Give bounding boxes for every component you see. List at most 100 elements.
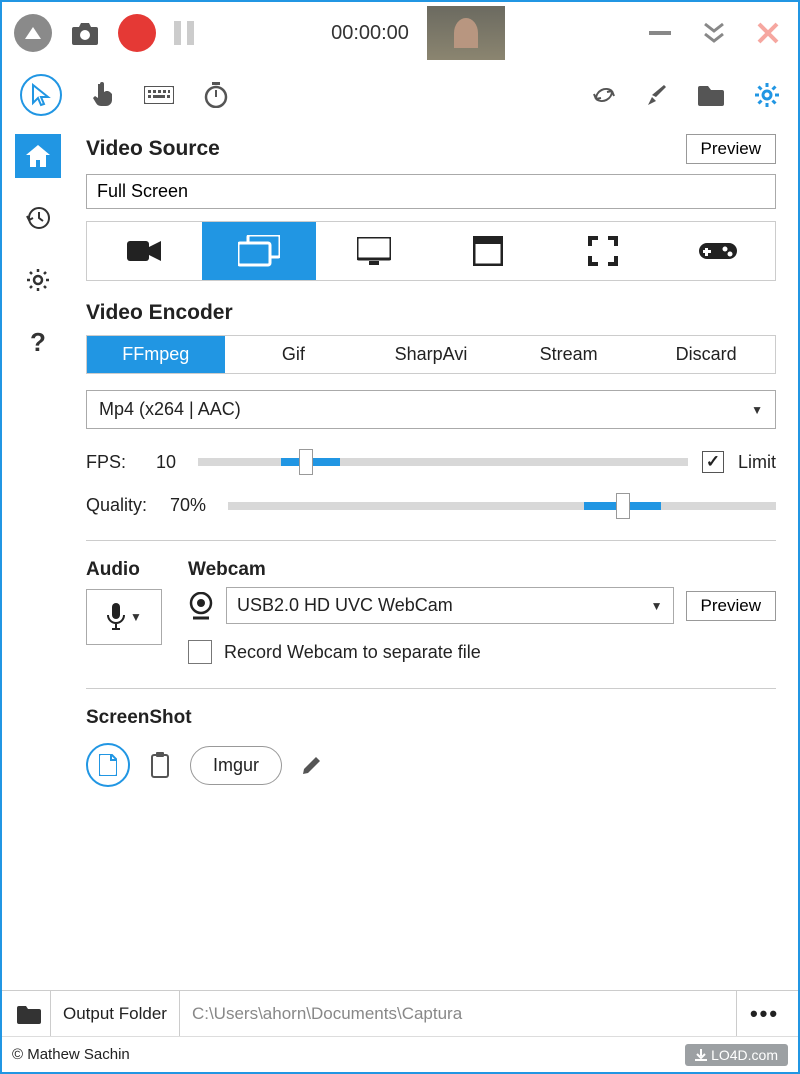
webcam-thumbnail[interactable] <box>427 6 505 60</box>
gear-icon <box>754 82 780 108</box>
source-window[interactable] <box>431 222 546 280</box>
sidebar-home[interactable] <box>15 134 61 178</box>
hand-pointer-icon <box>92 82 114 108</box>
collapse-button[interactable] <box>14 14 52 52</box>
gamepad-icon <box>699 240 737 262</box>
webcam-separate-label: Record Webcam to separate file <box>224 642 481 663</box>
pause-button[interactable] <box>174 21 194 45</box>
folder-button[interactable] <box>698 84 724 106</box>
sidebar-help[interactable]: ? <box>15 320 61 364</box>
divider <box>86 540 776 541</box>
bottom-bar: Output Folder C:\Users\ahorn\Documents\C… <box>2 990 798 1036</box>
video-source-input[interactable] <box>86 174 776 209</box>
sidebar: ? <box>2 126 74 990</box>
click-tool[interactable] <box>92 82 114 108</box>
quality-slider[interactable] <box>228 502 776 510</box>
output-folder-more-button[interactable]: ••• <box>736 991 792 1036</box>
refresh-button[interactable] <box>592 83 616 107</box>
clipboard-icon <box>150 752 170 778</box>
output-folder-open-button[interactable] <box>8 1004 50 1024</box>
minimize-icon <box>649 31 671 35</box>
history-icon <box>26 206 50 230</box>
tab-discard[interactable]: Discard <box>637 336 775 373</box>
copyright: © Mathew Sachin <box>12 1046 130 1063</box>
toolbar <box>2 64 798 126</box>
webcam-preview-button[interactable]: Preview <box>686 591 776 621</box>
tab-stream[interactable]: Stream <box>500 336 638 373</box>
divider <box>86 688 776 689</box>
fps-value: 10 <box>156 452 184 473</box>
keystroke-tool[interactable] <box>144 86 174 104</box>
tab-gif[interactable]: Gif <box>225 336 363 373</box>
caret-down-icon: ▼ <box>751 403 763 417</box>
source-desktop[interactable] <box>316 222 431 280</box>
pause-icon <box>174 21 194 45</box>
encoder-tabs: FFmpeg Gif SharpAvi Stream Discard <box>86 335 776 374</box>
brush-button[interactable] <box>646 83 668 107</box>
question-icon: ? <box>30 327 46 358</box>
preview-button[interactable]: Preview <box>686 134 776 164</box>
source-region[interactable] <box>546 222 661 280</box>
content-panel: Video Source Preview Video <box>74 126 798 990</box>
quality-label: Quality: <box>86 495 156 516</box>
sidebar-settings[interactable] <box>15 258 61 302</box>
close-icon <box>757 22 779 44</box>
video-source-title: Video Source <box>86 137 220 161</box>
folder-icon <box>698 84 724 106</box>
screenshot-file-button[interactable] <box>86 743 130 787</box>
source-game[interactable] <box>660 222 775 280</box>
fps-limit-checkbox[interactable] <box>702 451 724 473</box>
folder-icon <box>17 1004 41 1024</box>
screenshot-imgur-button[interactable]: Imgur <box>190 746 282 785</box>
chevron-double-down-icon <box>703 22 725 44</box>
cursor-icon <box>31 83 51 107</box>
format-select[interactable]: Mp4 (x264 | AAC) ▼ <box>86 390 776 429</box>
close-button[interactable] <box>750 22 786 44</box>
screenshot-edit-button[interactable] <box>302 755 322 775</box>
webcam-icon <box>188 592 214 620</box>
keyboard-icon <box>144 86 174 104</box>
fps-slider[interactable] <box>198 458 688 466</box>
tab-sharpavi[interactable]: SharpAvi <box>362 336 500 373</box>
region-icon <box>588 236 618 266</box>
sidebar-recent[interactable] <box>15 196 61 240</box>
quality-value: 70% <box>170 495 214 516</box>
cursor-tool[interactable] <box>20 74 62 116</box>
webcam-title: Webcam <box>188 559 776 581</box>
screenshot-title: ScreenShot <box>86 707 776 729</box>
screenshot-clipboard-button[interactable] <box>150 752 170 778</box>
expand-down-button[interactable] <box>696 22 732 44</box>
lo4d-badge: LO4D.com <box>685 1044 788 1066</box>
output-folder-path[interactable]: C:\Users\ahorn\Documents\Captura <box>180 1004 736 1024</box>
screens-icon <box>238 235 280 267</box>
webcam-separate-checkbox[interactable] <box>188 640 212 664</box>
source-type-selector <box>86 221 776 281</box>
output-folder-label: Output Folder <box>50 991 180 1036</box>
refresh-icon <box>592 83 616 107</box>
microphone-icon <box>106 603 126 631</box>
audio-title: Audio <box>86 559 162 581</box>
audio-select[interactable]: ▼ <box>86 589 162 645</box>
source-screens[interactable] <box>202 222 317 280</box>
settings-button[interactable] <box>754 82 780 108</box>
screenshot-button[interactable] <box>70 21 100 45</box>
video-camera-icon <box>127 239 161 263</box>
minimize-button[interactable] <box>642 31 678 35</box>
caret-down-icon: ▼ <box>130 610 142 624</box>
video-encoder-title: Video Encoder <box>86 301 776 325</box>
source-camera[interactable] <box>87 222 202 280</box>
caret-down-icon: ▼ <box>651 599 663 613</box>
triangle-up-icon <box>25 27 41 39</box>
pencil-icon <box>302 755 322 775</box>
download-icon <box>695 1049 707 1061</box>
fps-label: FPS: <box>86 452 142 473</box>
timer-tool[interactable] <box>204 82 228 108</box>
timer-display: 00:00:00 <box>331 22 409 45</box>
record-button[interactable] <box>118 14 156 52</box>
window-icon <box>473 236 503 266</box>
tab-ffmpeg[interactable]: FFmpeg <box>87 336 225 373</box>
webcam-device-select[interactable]: USB2.0 HD UVC WebCam ▼ <box>226 587 674 624</box>
file-icon <box>99 754 117 776</box>
footer: © Mathew Sachin LO4D.com <box>2 1036 798 1072</box>
main-area: ? Video Source Preview <box>2 126 798 990</box>
